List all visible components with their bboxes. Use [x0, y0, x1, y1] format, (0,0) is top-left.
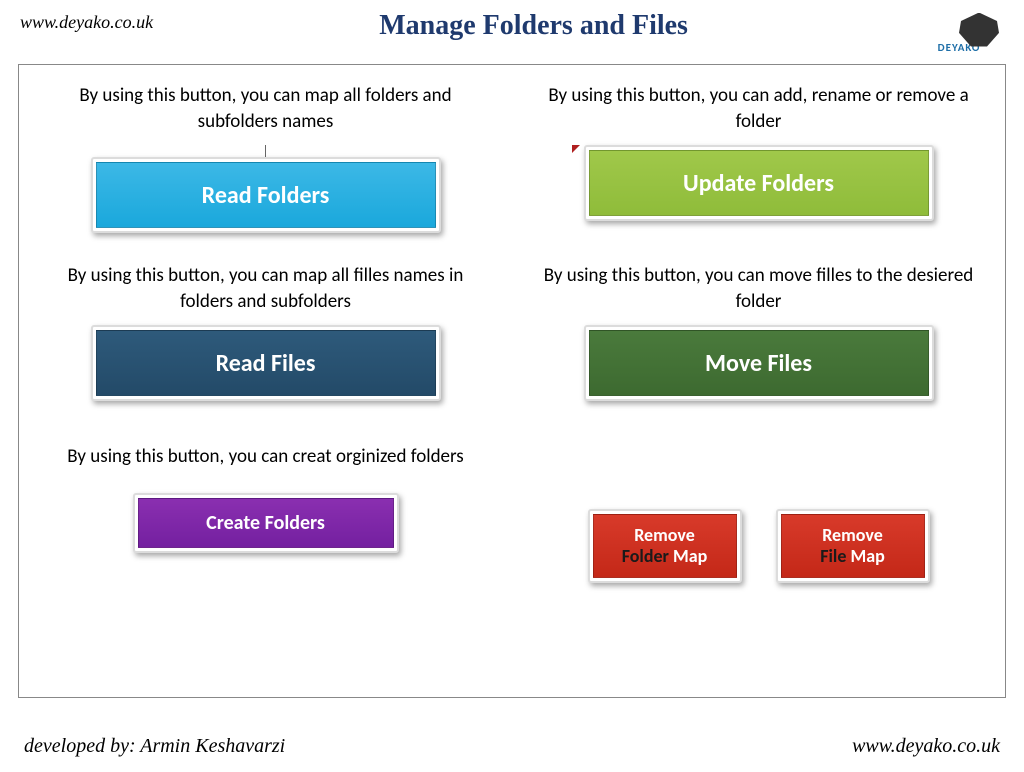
- desc-create-folders: By using this button, you can creat orgi…: [67, 431, 464, 483]
- read-folders-button[interactable]: Read Folders: [91, 157, 441, 233]
- footer-url: www.deyako.co.uk: [852, 735, 1000, 758]
- rflm-word2: File: [820, 545, 846, 567]
- cell-read-folders: By using this button, you can map all fo…: [49, 83, 482, 233]
- button-grid: By using this button, you can map all fo…: [49, 83, 975, 583]
- remove-file-map-button[interactable]: Remove File Map: [776, 509, 930, 583]
- create-folders-button[interactable]: Create Folders: [133, 493, 399, 553]
- read-files-label: Read Files: [96, 330, 436, 396]
- remove-folder-map-button[interactable]: Remove Folder Map: [588, 509, 742, 583]
- read-files-button[interactable]: Read Files: [91, 325, 441, 401]
- page-title: Manage Folders and Files: [153, 8, 914, 42]
- main-panel: By using this button, you can map all fo…: [18, 64, 1006, 698]
- rfm-word3: Map: [673, 545, 707, 567]
- cell-remove-maps: Remove Folder Map Remove File Map: [542, 479, 975, 583]
- cell-move-files: By using this button, you can move fille…: [542, 263, 975, 401]
- read-folders-label: Read Folders: [96, 162, 436, 228]
- desc-move-files: By using this button, you can move fille…: [542, 263, 975, 315]
- cell-update-folders: By using this button, you can add, renam…: [542, 83, 975, 233]
- cell-create-folders: By using this button, you can creat orgi…: [49, 431, 482, 553]
- create-folders-label: Create Folders: [138, 498, 394, 548]
- marker-triangle-icon: [572, 145, 580, 153]
- cell-read-files: By using this button, you can map all fi…: [49, 263, 482, 401]
- remove-file-map-label: Remove File Map: [781, 514, 925, 578]
- move-files-label: Move Files: [589, 330, 929, 396]
- desc-read-folders: By using this button, you can map all fo…: [49, 83, 482, 135]
- rflm-word3: Map: [850, 545, 884, 567]
- header-url: www.deyako.co.uk: [20, 8, 153, 33]
- desc-update-folders: By using this button, you can add, renam…: [542, 83, 975, 135]
- update-folders-label: Update Folders: [589, 150, 929, 216]
- update-folders-button[interactable]: Update Folders: [584, 145, 934, 221]
- move-files-button[interactable]: Move Files: [584, 325, 934, 401]
- brand-logo: DEYAKO: [914, 8, 1004, 58]
- footer: developed by: Armin Keshavarzi www.deyak…: [0, 735, 1024, 758]
- rfm-word2: Folder: [622, 545, 669, 567]
- rfm-word1: Remove: [634, 524, 695, 546]
- header: www.deyako.co.uk Manage Folders and File…: [0, 0, 1024, 60]
- remove-folder-map-label: Remove Folder Map: [593, 514, 737, 578]
- rflm-word1: Remove: [822, 524, 883, 546]
- desc-read-files: By using this button, you can map all fi…: [49, 263, 482, 315]
- footer-developer: developed by: Armin Keshavarzi: [24, 735, 285, 758]
